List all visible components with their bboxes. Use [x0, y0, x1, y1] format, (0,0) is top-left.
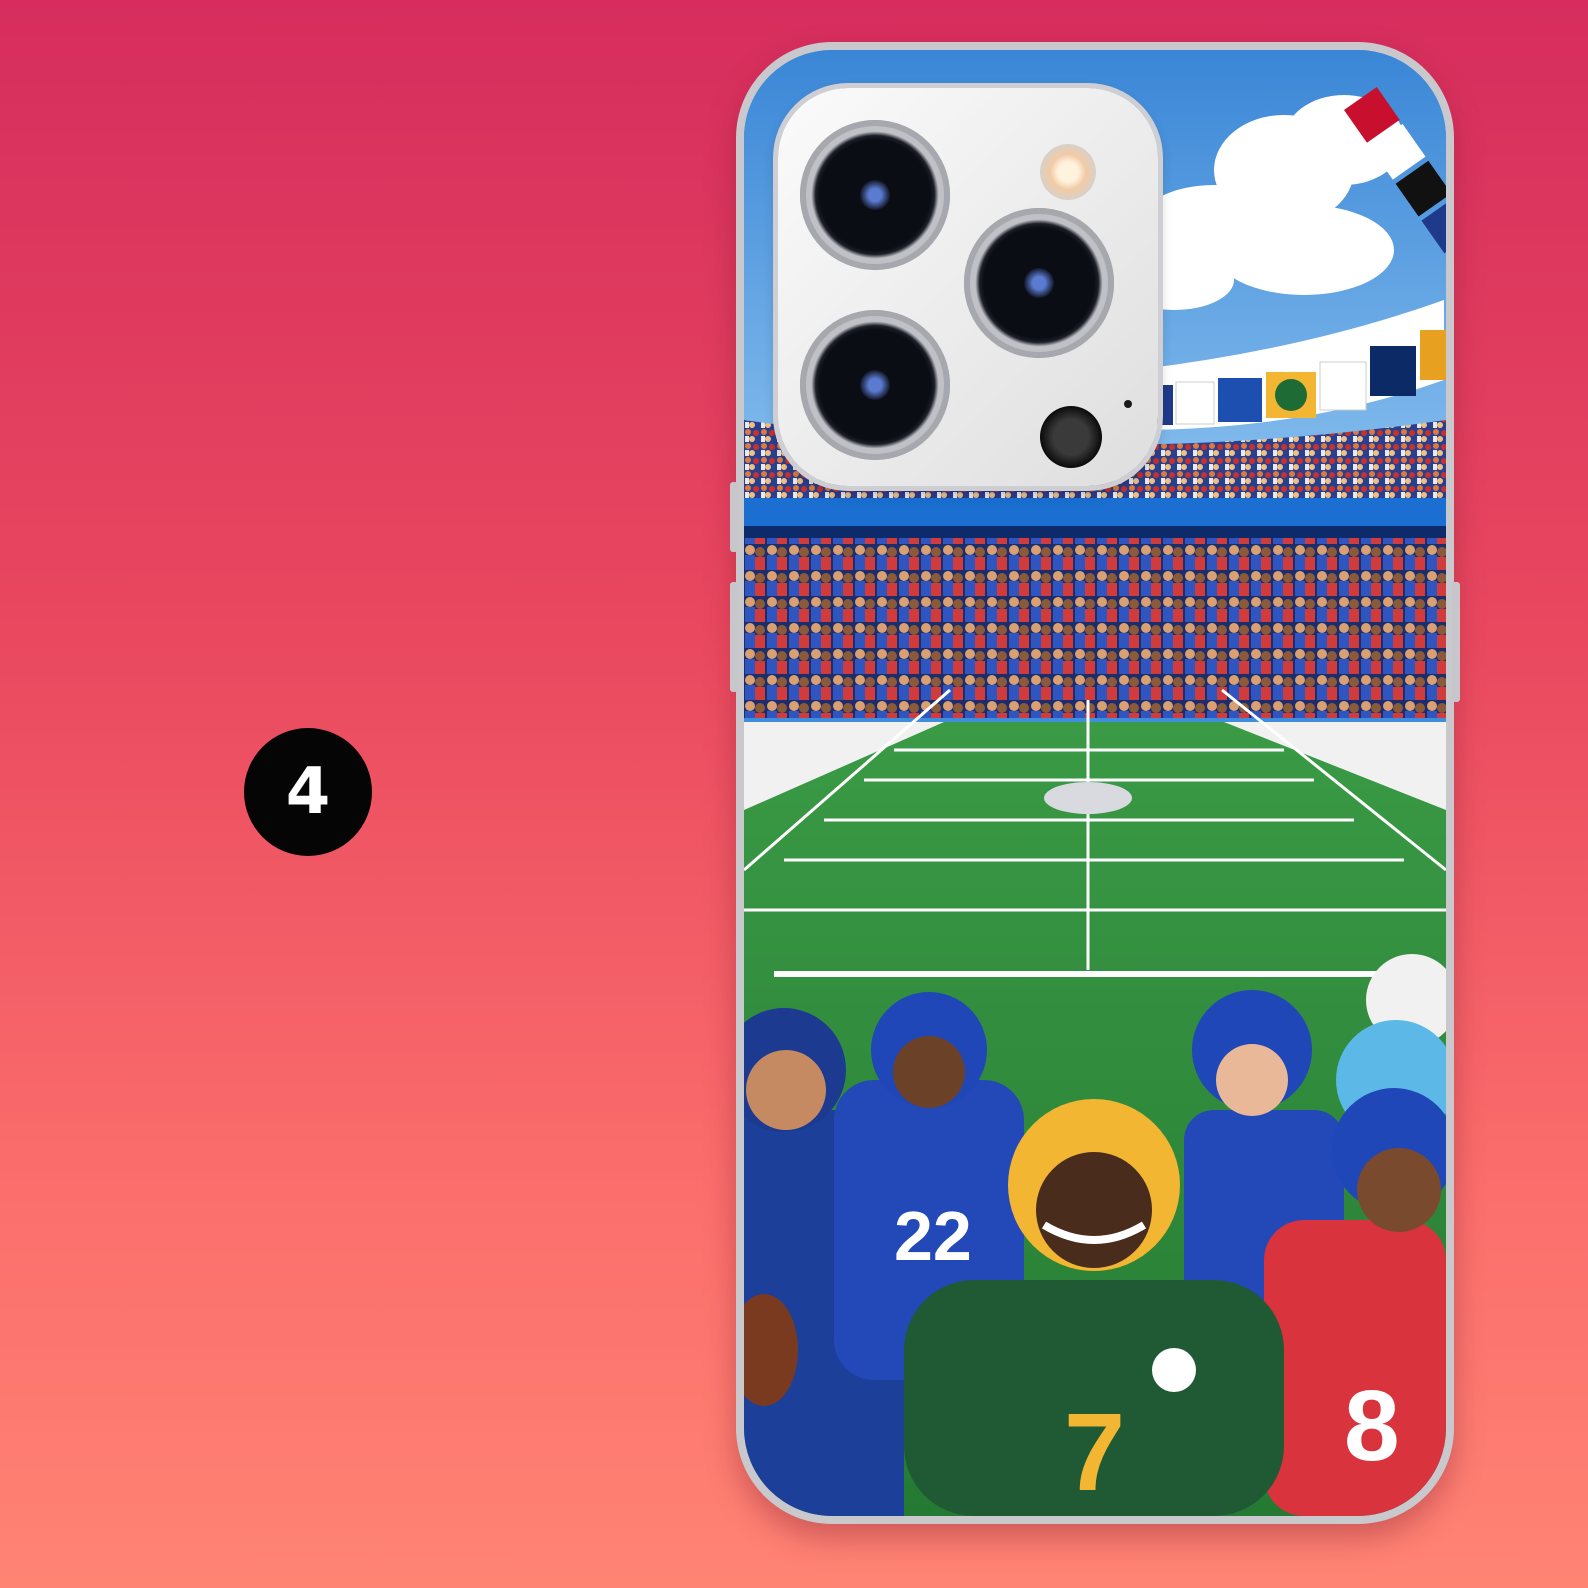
lidar-sensor-icon [1040, 406, 1102, 468]
jersey-number-7: 7 [1064, 1391, 1125, 1514]
flash-icon [1040, 144, 1096, 200]
jersey-number-22: 22 [894, 1197, 972, 1275]
camera-module [778, 88, 1158, 486]
side-button-right [1452, 582, 1460, 702]
camera-lens-right-icon [964, 208, 1114, 358]
step-number-label: 4 [285, 755, 331, 829]
phone-case-product: 22 8 7 [730, 42, 1460, 1524]
case-artwork: 22 8 7 [744, 50, 1446, 1516]
step-number-badge: 4 [244, 728, 372, 856]
microphone-icon [1124, 400, 1132, 408]
jersey-number-8: 8 [1344, 1370, 1400, 1482]
side-button-left [730, 582, 738, 692]
camera-lens-bottom-icon [800, 310, 950, 460]
side-button-top [730, 482, 738, 552]
camera-lens-top-icon [800, 120, 950, 270]
